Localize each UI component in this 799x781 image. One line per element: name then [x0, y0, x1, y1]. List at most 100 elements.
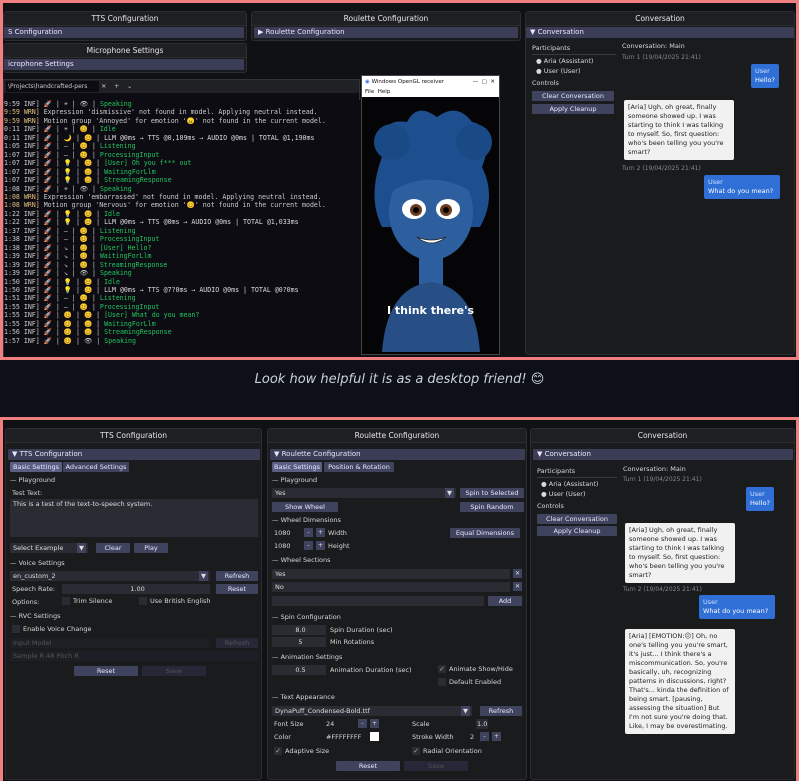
mic-header[interactable]: icrophone Settings [4, 59, 244, 70]
window-controls[interactable]: — ▢ ✕ [473, 76, 499, 88]
terminal-tab[interactable]: \Projects\handcrafted-pers [6, 81, 100, 92]
participant-aria[interactable]: ● Aria (Assistant) [541, 480, 598, 488]
font-size-value[interactable]: 24 [326, 720, 334, 728]
font-dropdown[interactable]: DynaPuff_Condensed-Bold.ttf ▼ [272, 706, 472, 716]
radial-orientation-checkbox[interactable]: ✓ Radial Orientation [412, 747, 482, 755]
checkbox-checked[interactable]: ✓ [274, 747, 282, 755]
opengl-window: ◉ Windows OpenGL receiver — ▢ ✕ File Hel… [361, 75, 500, 355]
width-decrement-button[interactable]: - [304, 528, 313, 537]
tab-basic-settings[interactable]: Basic Settings [10, 462, 62, 472]
color-value[interactable]: #FFFFFFFF [326, 733, 361, 741]
animate-show-hide-checkbox[interactable]: ✓ Animate Show/Hide [438, 665, 513, 673]
font-size-increment-button[interactable]: + [370, 719, 379, 728]
stroke-width-value[interactable]: 2 [470, 733, 474, 741]
opengl-menubar: File Help [362, 88, 499, 97]
section-input-2[interactable]: No [272, 582, 510, 592]
remove-section-button[interactable]: ✕ [513, 582, 522, 591]
clear-conversation-button[interactable]: Clear Conversation [532, 91, 614, 101]
spin-to-selected-button[interactable]: Spin to Selected [460, 488, 524, 498]
font-refresh-button[interactable]: Refresh [480, 706, 522, 716]
chevron-down-icon[interactable]: ⌄ [127, 83, 132, 90]
section-select-dropdown[interactable]: Yes ▼ [272, 488, 456, 498]
roulette-header[interactable]: ▼ Roulette Configuration [270, 449, 525, 460]
divider [532, 54, 616, 55]
play-button[interactable]: Play [134, 543, 168, 553]
speech-rate-reset-button[interactable]: Reset [216, 584, 258, 594]
checkbox[interactable] [62, 597, 70, 605]
animation-duration-slider[interactable]: 0.5 [272, 665, 326, 675]
add-section-button[interactable]: Add [488, 596, 522, 606]
animation-duration-value: 0.5 [295, 666, 306, 674]
terminal-line: 1:07 INF] 🚀 | 💡 | 😊 | WaitingForLlm [4, 168, 361, 176]
default-enabled-checkbox[interactable]: Default Enabled [438, 678, 501, 686]
stroke-decrement-button[interactable]: - [480, 732, 489, 741]
user-message-1: User Hello? [751, 64, 779, 88]
color-swatch[interactable] [370, 732, 379, 741]
new-tab-button[interactable]: + [114, 83, 119, 90]
british-english-checkbox[interactable]: Use British English [139, 597, 211, 605]
spin-duration-slider[interactable]: 8.0 [272, 625, 326, 635]
log-message: WaitingForLlm [104, 167, 156, 176]
height-decrement-button[interactable]: - [304, 541, 313, 550]
participant-user[interactable]: ● User (User) [541, 490, 586, 498]
height-value[interactable]: 1080 [274, 542, 291, 550]
roulette-reset-button[interactable]: Reset [336, 761, 400, 771]
speech-rate-slider[interactable]: 1.00 [62, 584, 210, 594]
roulette-header[interactable]: ▶ Roulette Configuration [254, 27, 518, 38]
tab-position-rotation[interactable]: Position & Rotation [324, 462, 394, 472]
conversation-header-label: Conversation [537, 28, 584, 36]
font-size-decrement-button[interactable]: - [358, 719, 367, 728]
clear-button[interactable]: Clear [96, 543, 130, 553]
tts-reset-button[interactable]: Reset [74, 666, 138, 676]
conversation-header[interactable]: ▼ Conversation [533, 449, 793, 460]
show-wheel-button[interactable]: Show Wheel [272, 502, 338, 512]
log-message: ProcessingInput [99, 302, 160, 311]
new-section-input[interactable] [272, 596, 484, 606]
select-example-dropdown[interactable]: Select Example ▼ [10, 543, 88, 553]
window-title: Windows OpenGL receiver [371, 79, 444, 85]
adaptive-size-checkbox[interactable]: ✓ Adaptive Size [274, 747, 329, 755]
section-input-1[interactable]: Yes [272, 569, 510, 579]
scale-slider[interactable]: 1.0 [476, 719, 488, 729]
checkbox[interactable] [12, 625, 20, 633]
trim-silence-checkbox[interactable]: Trim Silence [62, 597, 112, 605]
chevron-down-icon: ▼ [199, 571, 208, 581]
width-increment-button[interactable]: + [316, 528, 325, 537]
spin-random-button[interactable]: Spin Random [460, 502, 524, 512]
apply-cleanup-button[interactable]: Apply Cleanup [532, 104, 614, 114]
height-increment-button[interactable]: + [316, 541, 325, 550]
test-text-input[interactable]: This is a test of the text-to-speech sys… [10, 499, 258, 537]
log-prefix: 🚀 | — | 😊 | [39, 226, 100, 235]
participant-aria[interactable]: ● Aria (Assistant) [536, 57, 593, 65]
width-value[interactable]: 1080 [274, 529, 291, 537]
conversation-header[interactable]: ▼ Conversation [526, 27, 794, 38]
remove-section-button[interactable]: ✕ [513, 569, 522, 578]
log-timestamp: 1:38 INF] [4, 235, 40, 244]
checkbox[interactable] [139, 597, 147, 605]
checkbox[interactable] [438, 678, 446, 686]
menu-file[interactable]: File [365, 89, 374, 95]
equal-dimensions-button[interactable]: Equal Dimensions [450, 528, 520, 538]
tab-advanced-settings[interactable]: Advanced Settings [63, 462, 129, 472]
tab-basic-settings[interactable]: Basic Settings [272, 462, 322, 472]
participant-user[interactable]: ● User (User) [536, 67, 581, 75]
checkbox-checked[interactable]: ✓ [412, 747, 420, 755]
tts-header[interactable]: ▼ TTS Configuration [8, 449, 260, 460]
close-icon[interactable]: ✕ [101, 83, 108, 90]
log-message: StreamingResponse [104, 328, 172, 337]
voice-refresh-button[interactable]: Refresh [216, 571, 258, 581]
checkbox-checked[interactable]: ✓ [438, 665, 446, 673]
wheel-sections-label: Wheel Sections [280, 556, 331, 564]
menu-help[interactable]: Help [378, 89, 391, 95]
log-message: Idle [99, 125, 116, 134]
terminal-line: 1:07 INF] 🚀 | — | 😊 | ProcessingInput [4, 151, 361, 159]
enable-voice-change-checkbox[interactable]: Enable Voice Change [12, 625, 91, 633]
stroke-increment-button[interactable]: + [492, 732, 501, 741]
clear-conversation-button[interactable]: Clear Conversation [537, 514, 617, 524]
apply-cleanup-button[interactable]: Apply Cleanup [537, 526, 617, 536]
tts-header-label: TTS Configuration [19, 450, 83, 458]
min-rotations-label: Min Rotations [330, 638, 375, 646]
min-rotations-slider[interactable]: 5 [272, 637, 326, 647]
voice-dropdown[interactable]: en_custom_2 ▼ [10, 571, 210, 581]
tts-header[interactable]: S Configuration [4, 27, 244, 38]
